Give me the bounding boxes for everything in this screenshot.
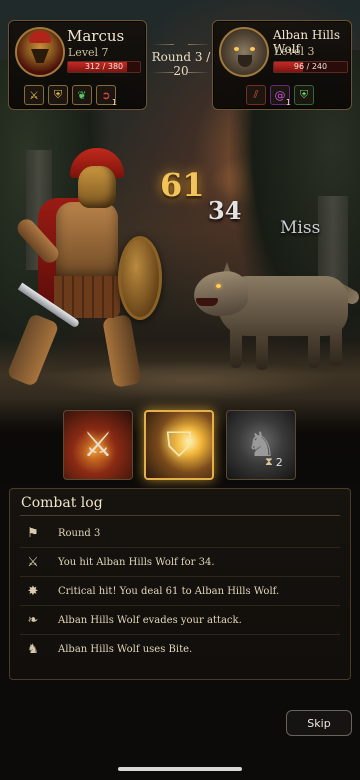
spiral-icon[interactable]: ➲ 1: [96, 85, 117, 107]
wolf-mouth: [196, 298, 218, 306]
enemy-avatar[interactable]: [219, 27, 269, 77]
enemy-character: [190, 250, 360, 390]
divider: [20, 515, 340, 516]
warrior-leg-left: [6, 312, 60, 388]
enemy-debuffs: ⫽ @1 ⛨: [246, 85, 314, 107]
helmet-crest: [29, 31, 51, 43]
claw-icon[interactable]: ⫽: [246, 85, 266, 105]
log-entry: ⚑ Round 3: [20, 519, 340, 548]
player-character: [0, 140, 180, 390]
warrior-leg-right: [102, 314, 142, 388]
wolf-skill-button[interactable]: ♞ ⧗ 2: [226, 410, 296, 480]
enemy-hp-bar: 96 / 240: [273, 61, 348, 73]
wing-icon[interactable]: ❦: [72, 85, 92, 105]
enemy-panel: Alban Hills Wolf Level 3 96 / 240 ⫽ @1 ⛨: [212, 20, 352, 110]
helmet-visor: [31, 49, 49, 63]
log-entry-text: You hit Alban Hills Wolf for 34.: [58, 556, 215, 568]
buff-glyph: ➲: [101, 88, 111, 102]
debuff-glyph: @: [274, 88, 286, 102]
combat-log-title: Combat log: [21, 495, 103, 511]
warrior-armor: [56, 202, 118, 282]
debuff-stack-count: 1: [285, 98, 291, 107]
skip-button[interactable]: Skip: [286, 710, 352, 736]
wolf-snout: [238, 55, 252, 67]
log-entry-text: Alban Hills Wolf uses Bite.: [58, 644, 193, 655]
sword-icon[interactable]: ⚔: [24, 85, 44, 105]
vortex-icon[interactable]: @1: [270, 85, 291, 107]
warrior-shield: [118, 236, 162, 320]
buff-glyph: ⚔: [29, 88, 39, 102]
cooldown-count: 2: [275, 455, 283, 469]
shield-burst-icon: ⛉: [166, 425, 192, 465]
guard-icon[interactable]: ⛨: [294, 85, 314, 105]
sword-slash-icon: ⚔: [82, 425, 114, 465]
log-entry-text: Round 3: [58, 527, 101, 539]
round-divider: [152, 44, 174, 45]
buff-glyph: ❦: [77, 88, 87, 102]
cooldown-indicator: ⧗ 2: [265, 455, 283, 469]
log-entry-text: Alban Hills Wolf evades your attack.: [58, 614, 242, 626]
enemy-level: Level 3: [274, 45, 315, 58]
player-panel: Marcus Level 7 312 / 380 ⚔ ⛨ ❦ ➲ 1: [8, 20, 147, 110]
burst-icon: ✸: [27, 583, 39, 599]
flag-icon: ⚑: [27, 525, 39, 541]
round-divider: [188, 72, 210, 73]
shield-icon[interactable]: ⛨: [48, 85, 68, 105]
log-entry: ⚔ You hit Alban Hills Wolf for 34.: [20, 548, 340, 577]
log-entry-text: Critical hit! You deal 61 to Alban Hills…: [58, 585, 280, 597]
debuff-glyph: ⛨: [299, 88, 309, 101]
wolf-head-icon: ♞: [245, 425, 277, 465]
wolf-eye: [216, 284, 221, 288]
log-entry: ✸ Critical hit! You deal 61 to Alban Hil…: [20, 577, 340, 606]
player-hp-bar: 312 / 380: [67, 61, 141, 73]
miss-indicator: Miss: [280, 218, 321, 238]
wolf-icon: ♞: [27, 642, 39, 657]
wolf-eye: [250, 47, 255, 51]
shield-bash-skill-button[interactable]: ⛉: [144, 410, 214, 480]
player-hp-text: 312 / 380: [84, 62, 124, 71]
crit-damage-number: 61: [160, 166, 205, 204]
warrior-helmet: [78, 166, 116, 208]
debuff-glyph: ⫽: [253, 88, 259, 101]
player-buffs: ⚔ ⛨ ❦ ➲ 1: [24, 85, 117, 107]
wolf-eye: [234, 47, 239, 51]
combat-log-panel: Combat log ⚑ Round 3 ⚔ You hit Alban Hil…: [9, 488, 351, 680]
enemy-hp-text: 96 / 240: [293, 62, 328, 71]
buff-glyph: ⛨: [53, 88, 63, 101]
player-name: Marcus: [67, 27, 125, 45]
hourglass-icon: ⧗: [265, 455, 273, 468]
buff-stack-count: 1: [111, 98, 117, 107]
home-indicator[interactable]: [118, 767, 242, 771]
player-level: Level 7: [68, 46, 109, 59]
round-divider: [152, 72, 174, 73]
wing-icon: ❧: [27, 612, 39, 628]
log-entry: ♞ Alban Hills Wolf uses Bite.: [20, 635, 340, 664]
round-counter: Round 3 / 20: [151, 50, 211, 78]
hit-damage-number: 34: [208, 196, 242, 225]
attack-skill-button[interactable]: ⚔: [63, 410, 133, 480]
player-avatar[interactable]: [15, 27, 65, 77]
crossed-swords-icon: ⚔: [27, 554, 39, 570]
log-entry: ❧ Alban Hills Wolf evades your attack.: [20, 606, 340, 635]
round-divider: [188, 44, 210, 45]
